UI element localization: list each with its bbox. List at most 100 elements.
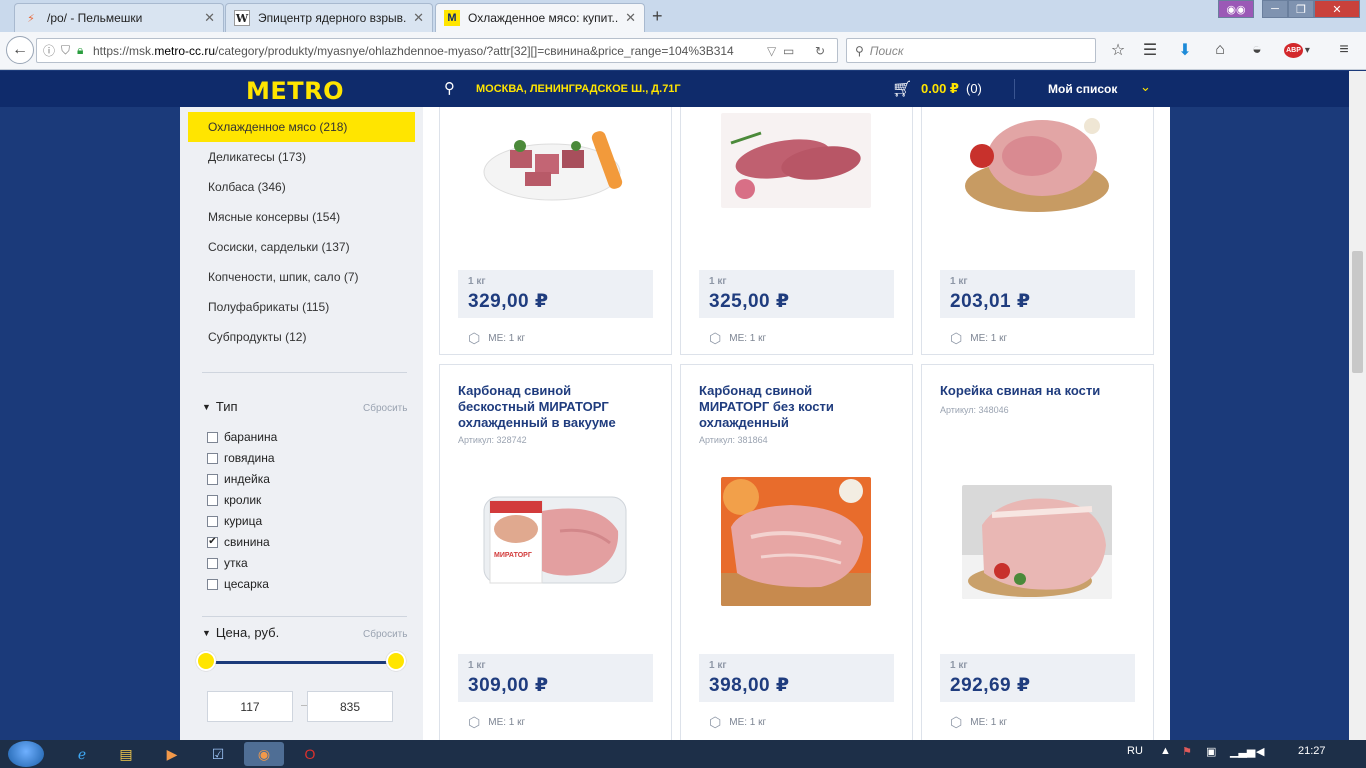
media-player-icon[interactable]: ▶	[152, 742, 192, 766]
close-window-button[interactable]: ✕	[1314, 0, 1360, 18]
internet-explorer-icon[interactable]: ℯ	[62, 742, 102, 766]
checkbox-duck[interactable]: утка	[207, 555, 248, 571]
home-icon[interactable]: ⌂	[1210, 40, 1230, 60]
store-address[interactable]: МОСКВА, ЛЕНИНГРАДСКОЕ Ш., Д.71Г	[476, 83, 681, 95]
windows-taskbar: ℯ ▤ ▶ ☑ ◉ O RU ▲ ⚑ ▣ ▁▃▅ ◀ 21:27	[0, 740, 1366, 768]
cart-count[interactable]: (0)	[966, 81, 982, 96]
price-slider-track[interactable]	[207, 661, 397, 664]
checkbox-label: свинина	[224, 535, 270, 549]
network-alert-icon[interactable]: ⚑	[1182, 745, 1192, 758]
menu-icon[interactable]: ≡	[1334, 40, 1354, 60]
checkbox-pork[interactable]: ✔ свинина	[207, 534, 270, 550]
cart-amount[interactable]: 0.00 ₽	[921, 81, 959, 97]
price-value: 292,69 ₽	[950, 675, 1031, 696]
start-button[interactable]	[8, 741, 44, 767]
bookmark-star-icon[interactable]: ☆	[1108, 40, 1128, 60]
checkbox-chicken[interactable]: курица	[207, 513, 262, 529]
minimize-button[interactable]: ─	[1262, 0, 1288, 18]
type-filter-title: Тип	[215, 399, 238, 414]
metro-logo[interactable]: METRO	[246, 77, 344, 105]
category-label: Охлажденное мясо (218)	[208, 120, 348, 134]
pocket-icon[interactable]: ◒	[1247, 40, 1267, 60]
signal-icon[interactable]: ▁▃▅	[1230, 745, 1255, 758]
product-card[interactable]: Карбонад свиной бескостный МИРАТОРГ охла…	[439, 364, 672, 740]
package-icon: ⬡	[950, 714, 963, 730]
header-divider	[1014, 79, 1015, 99]
product-name[interactable]: Корейка свиная на кости	[940, 383, 1120, 399]
close-tab-icon[interactable]: ✕	[204, 10, 215, 26]
product-image	[721, 477, 871, 606]
download-icon[interactable]: ⬇	[1175, 40, 1195, 60]
firefox-icon[interactable]: ◉	[244, 742, 284, 766]
close-tab-icon[interactable]: ✕	[625, 10, 636, 26]
new-tab-button[interactable]: +	[652, 6, 663, 27]
task-app-icon[interactable]: ☑	[198, 742, 238, 766]
tray-expand-icon[interactable]: ▲	[1160, 745, 1171, 757]
reload-icon[interactable]: ↻	[815, 44, 825, 58]
price-max-input[interactable]: 835	[307, 691, 393, 722]
opera-icon[interactable]: O	[290, 742, 330, 766]
category-offal[interactable]: Субпродукты (12)	[188, 322, 415, 352]
category-delicacies[interactable]: Деликатесы (173)	[188, 142, 415, 172]
price-box: 1 кг 398,00 ₽	[699, 654, 894, 702]
product-card[interactable]: Карбонад свиной МИРАТОРГ без кости охлаж…	[680, 364, 913, 740]
scrollbar-thumb[interactable]	[1352, 251, 1363, 373]
type-filter-toggle[interactable]: ▼ Тип	[202, 399, 238, 414]
lock-icon: 🔒︎	[77, 43, 84, 57]
close-tab-icon[interactable]: ✕	[413, 10, 424, 26]
volume-icon[interactable]: ◀	[1256, 745, 1264, 758]
category-chilled-meat[interactable]: Охлажденное мясо (218)	[188, 112, 415, 142]
file-explorer-icon[interactable]: ▤	[106, 742, 146, 766]
price-slider-max-handle[interactable]	[386, 651, 406, 671]
checkbox-turkey[interactable]: индейка	[207, 471, 270, 487]
checkbox-label: говядина	[224, 451, 275, 465]
bookmarks-list-icon[interactable]: ☰	[1140, 40, 1160, 60]
address-bar[interactable]: ⓘ ⛉ 🔒︎ https://msk.metro-cc.ru/category/…	[36, 38, 838, 63]
checkbox-beef[interactable]: говядина	[207, 450, 275, 466]
brand-label: МИРАТОРГ	[494, 552, 532, 559]
product-card[interactable]: 1 кг 325,00 ₽ ⬡ МЕ: 1 кг	[680, 107, 913, 355]
clock[interactable]: 21:27	[1298, 745, 1326, 757]
back-button[interactable]: ←	[6, 36, 34, 64]
page-scrollbar[interactable]	[1349, 71, 1366, 740]
my-list-button[interactable]: Мой список	[1048, 82, 1117, 96]
chevron-down-icon[interactable]: ⌄	[1140, 79, 1151, 95]
product-card[interactable]: 1 кг 329,00 ₽ ⬡ МЕ: 1 кг	[439, 107, 672, 355]
category-canned-meat[interactable]: Мясные консервы (154)	[188, 202, 415, 232]
wikipedia-icon: W	[234, 10, 250, 26]
category-sausages[interactable]: Сосиски, сардельки (137)	[188, 232, 415, 262]
browser-tab-1[interactable]: ⚡ /po/ - Пельмешки ✕	[14, 3, 224, 32]
category-smoked[interactable]: Копчености, шпик, сало (7)	[188, 262, 415, 292]
checkbox-guinea-fowl[interactable]: цесарка	[207, 576, 269, 592]
category-sausage[interactable]: Колбаса (346)	[188, 172, 415, 202]
browser-tab-2[interactable]: W Эпицентр ядерного взрыв... ✕	[225, 3, 433, 32]
tab-title: /po/ - Пельмешки	[47, 11, 143, 25]
me-info: ⬡ МЕ: 1 кг	[468, 330, 525, 347]
search-input[interactable]: ⚲ Поиск	[846, 38, 1096, 63]
category-label: Деликатесы (173)	[208, 150, 307, 164]
adblock-icon[interactable]: ABP ▾	[1282, 40, 1312, 60]
product-card[interactable]: Корейка свиная на кости Артикул: 348046 …	[921, 364, 1154, 740]
checkbox-rabbit[interactable]: кролик	[207, 492, 261, 508]
reader-view-icon[interactable]: ▭	[783, 44, 794, 58]
checkbox-label: курица	[224, 514, 263, 528]
price-box: 1 кг 325,00 ₽	[699, 270, 894, 318]
product-name[interactable]: Карбонад свиной МИРАТОРГ без кости охлаж…	[699, 383, 879, 431]
product-card[interactable]: 1 кг 203,01 ₽ ⬡ МЕ: 1 кг	[921, 107, 1154, 355]
price-filter-reset[interactable]: Сбросить	[363, 629, 407, 640]
clipboard-icon[interactable]: ▣	[1206, 745, 1216, 758]
cart-icon[interactable]: 🛒︎	[892, 79, 912, 99]
product-name[interactable]: Карбонад свиной бескостный МИРАТОРГ охла…	[458, 383, 638, 431]
browser-tab-3[interactable]: M Охлажденное мясо: купит... ✕	[435, 3, 645, 32]
type-filter-reset[interactable]: Сбросить	[363, 403, 407, 414]
restore-button[interactable]: ❐	[1288, 0, 1314, 18]
me-label: МЕ: 1 кг	[488, 333, 526, 344]
checkbox-lamb[interactable]: баранина	[207, 429, 277, 445]
dropdown-icon[interactable]: ▽	[767, 44, 776, 58]
category-semi-finished[interactable]: Полуфабрикаты (115)	[188, 292, 415, 322]
price-min-input[interactable]: 117	[207, 691, 293, 722]
page-content: Охлажденное мясо (218) Деликатесы (173) …	[180, 107, 1170, 740]
price-slider-min-handle[interactable]	[196, 651, 216, 671]
language-indicator[interactable]: RU	[1127, 745, 1143, 757]
price-filter-toggle[interactable]: ▼ Цена, руб.	[202, 625, 279, 640]
